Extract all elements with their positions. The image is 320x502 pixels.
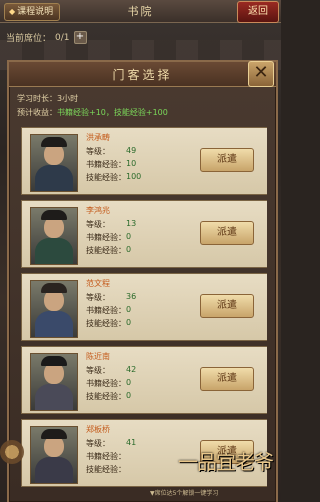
retainer-name: 李鸿兆 (86, 206, 110, 215)
seal-icon (0, 440, 24, 464)
dialog-header: 门客选择 ✕ (9, 61, 276, 87)
book-exp-row: 书籍经验： 10 (86, 159, 137, 169)
level-row: 等级： 13 (86, 219, 137, 229)
retainer-portrait (30, 353, 78, 411)
level-value: 49 (126, 146, 137, 155)
level-value: 36 (126, 292, 137, 301)
skill-exp-value: 0 (126, 391, 132, 400)
book-exp-row: 书籍经验： 0 (86, 305, 132, 315)
seat-label: 当前席位： (6, 34, 52, 44)
top-bar: ◆ 课程说明 书院 返回 (0, 0, 281, 23)
book-exp-value: 0 (126, 232, 132, 241)
back-button[interactable]: 返回 (237, 1, 279, 23)
expected-gain-value: 书籍经验+10，技能经验+100 (57, 108, 168, 117)
retainer-name: 陈近南 (86, 352, 110, 361)
dispatch-button[interactable]: 派遣 (200, 221, 254, 245)
unlock-hint: ▼席位达5个解锁一键学习 (150, 490, 219, 497)
add-seat-button[interactable]: + (73, 31, 87, 44)
dialog-title: 门客选择 (112, 68, 173, 82)
level-value: 13 (126, 219, 137, 228)
dispatch-button[interactable]: 派遣 (200, 148, 254, 172)
skill-exp-value: 0 (126, 318, 132, 327)
dispatch-button[interactable]: 派遣 (200, 367, 254, 391)
retainer-portrait (30, 134, 78, 192)
level-value: 42 (126, 365, 137, 374)
study-time-value: 3小时 (57, 94, 79, 103)
level-row: 等级： 49 (86, 146, 137, 156)
book-exp-value: 0 (126, 305, 132, 314)
expected-gain-label: 预计收益： (17, 108, 57, 117)
retainer-card: 范文程 等级： 36 书籍经验： 0 技能经验： 0 派遣 (21, 273, 267, 341)
skill-exp-row: 技能经验： 100 (86, 172, 142, 182)
retainer-select-dialog: 门客选择 ✕ 学习时长：3小时 预计收益：书籍经验+10，技能经验+100 洪承… (7, 60, 278, 502)
skill-exp-row: 技能经验： 0 (86, 391, 132, 401)
level-value: 41 (126, 438, 137, 447)
retainer-card: 洪承畴 等级： 49 书籍经验： 10 技能经验： 100 派遣 (21, 127, 267, 195)
retainer-card: 李鸿兆 等级： 13 书籍经验： 0 技能经验： 0 派遣 (21, 200, 267, 268)
retainer-portrait (30, 280, 78, 338)
retainer-name: 郑板桥 (86, 425, 110, 434)
book-exp-value: 0 (126, 378, 132, 387)
book-exp-row: 书籍经验： 0 (86, 378, 132, 388)
level-row: 等级： 42 (86, 365, 137, 375)
retainer-card: 陈近南 等级： 42 书籍经验： 0 技能经验： 0 派遣 (21, 346, 267, 414)
skill-exp-value: 100 (126, 172, 142, 181)
skill-exp-row: 技能经验： (86, 465, 126, 474)
level-row: 等级： 36 (86, 292, 137, 302)
dispatch-button[interactable]: 派遣 (200, 294, 254, 318)
skill-exp-row: 技能经验： 0 (86, 318, 132, 328)
close-button[interactable]: ✕ (248, 61, 274, 87)
retainer-name: 范文程 (86, 279, 110, 288)
book-exp-row: 书籍经验： 0 (86, 232, 132, 242)
study-info: 学习时长：3小时 预计收益：书籍经验+10，技能经验+100 (17, 92, 168, 120)
retainer-list[interactable]: 洪承畴 等级： 49 书籍经验： 10 技能经验： 100 派遣 李鸿兆 等级： 13 … (21, 127, 267, 499)
game-logo: 一品宜老爷 (178, 450, 274, 474)
level-row: 等级： 41 (86, 438, 137, 448)
seat-counter: 当前席位： 0/1 + (6, 31, 87, 44)
book-exp-row: 书籍经验： (86, 452, 126, 461)
study-time-label: 学习时长： (17, 94, 57, 103)
seat-value: 0/1 (55, 32, 70, 43)
retainer-name: 洪承畴 (86, 133, 110, 142)
skill-exp-value: 0 (126, 245, 132, 254)
book-exp-value: 10 (126, 159, 137, 168)
retainer-portrait (30, 426, 78, 484)
skill-exp-row: 技能经验： 0 (86, 245, 132, 255)
retainer-portrait (30, 207, 78, 265)
